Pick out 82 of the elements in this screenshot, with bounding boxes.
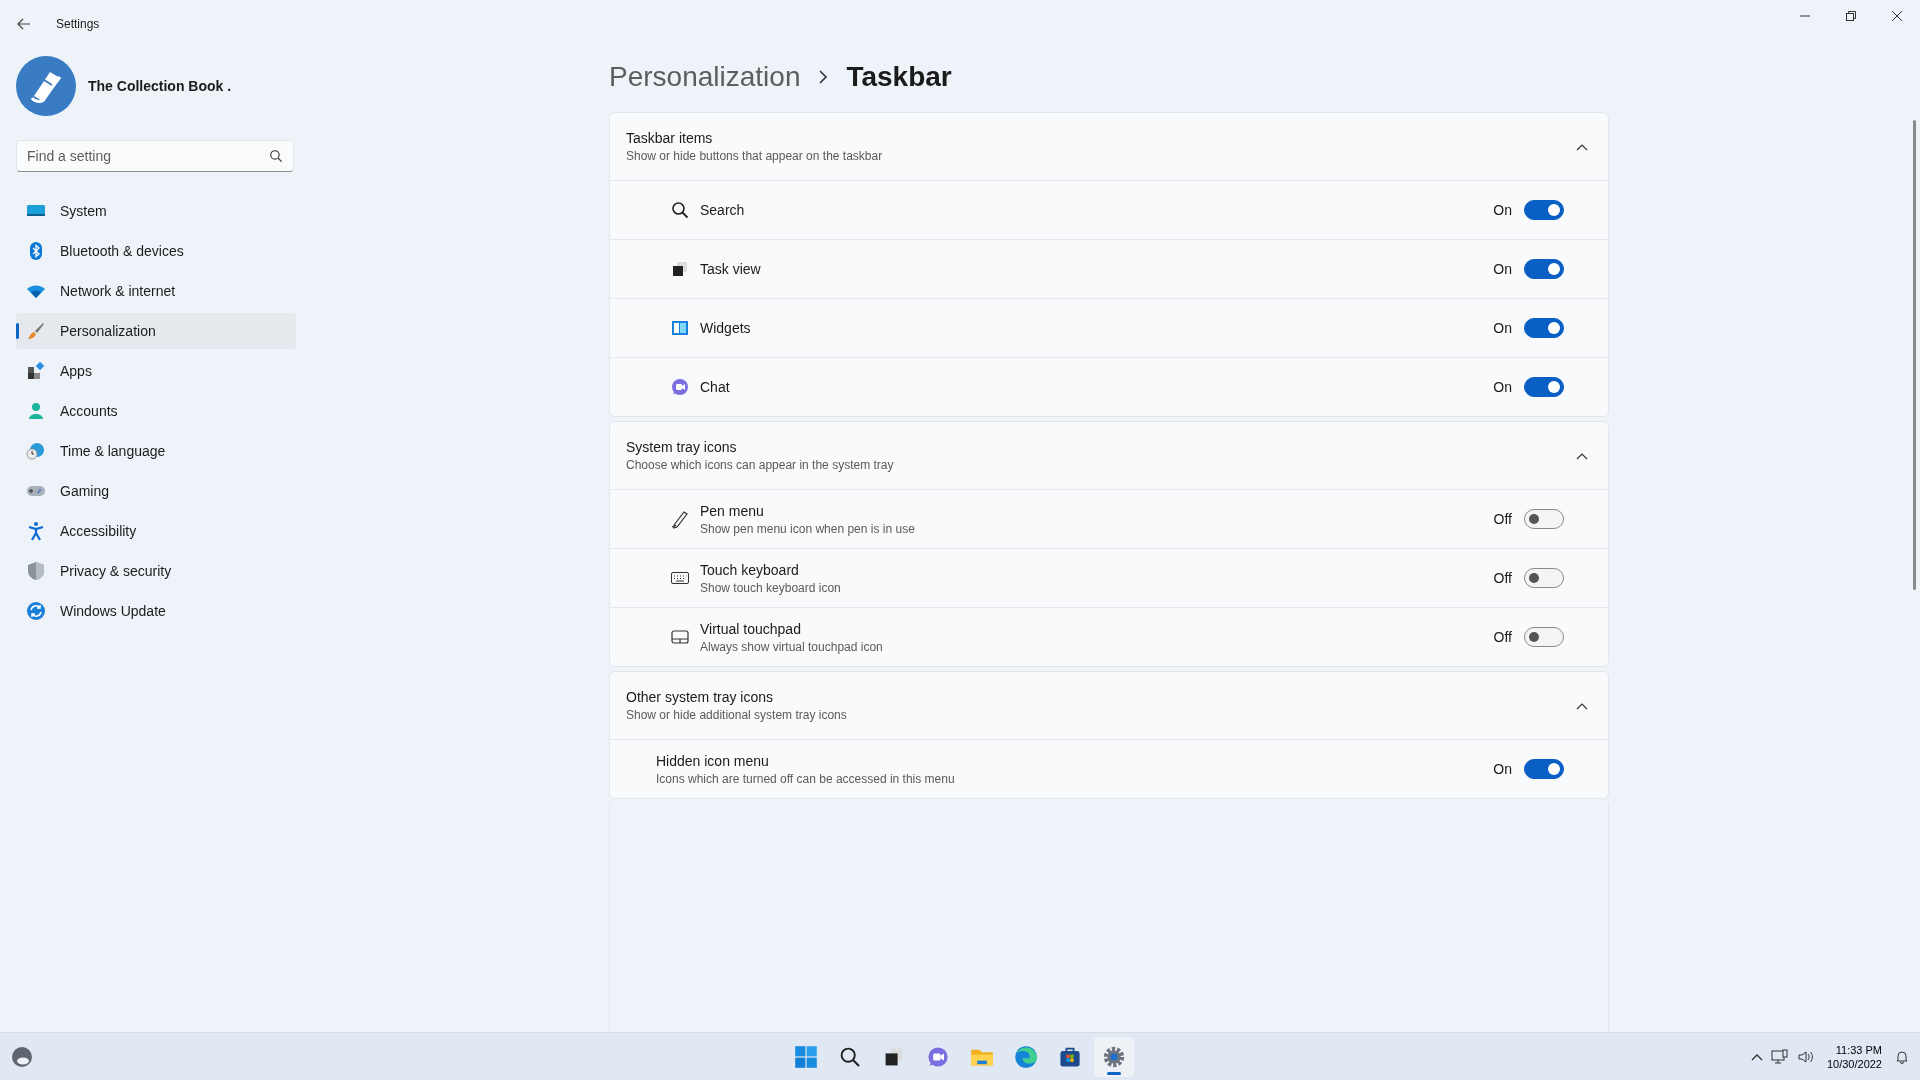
clock[interactable]: 11:33 PM 10/30/2022: [1822, 1042, 1886, 1071]
nav-item[interactable]: Windows Update: [16, 593, 296, 629]
setting-description: Show touch keyboard icon: [700, 580, 841, 595]
setting-description: Show pen menu icon when pen is in use: [700, 521, 915, 536]
nav-item[interactable]: Personalization: [16, 313, 296, 349]
setting-label: Widgets: [700, 320, 751, 336]
setting-label: Hidden icon menu: [656, 752, 770, 769]
shield-icon: [26, 561, 46, 581]
nav-item[interactable]: Time & language: [16, 433, 296, 469]
toggle-switch[interactable]: [1524, 377, 1564, 397]
nav-item[interactable]: Accounts: [16, 393, 296, 429]
toggle-state: On: [1493, 202, 1512, 218]
person-icon: [26, 401, 46, 421]
chevron-up-icon[interactable]: [1750, 1052, 1763, 1061]
setting-label: Search: [700, 202, 745, 218]
toggle-switch[interactable]: [1524, 509, 1564, 529]
chat-icon: [670, 377, 690, 397]
toggle-switch[interactable]: [1524, 318, 1564, 338]
setting-description: Icons which are turned off can be accessed in this menu: [656, 771, 955, 786]
gear-icon: [1102, 1045, 1126, 1069]
section-title: Other system tray icons: [626, 689, 775, 705]
toggle-switch[interactable]: [1524, 759, 1564, 779]
weather-icon[interactable]: [11, 1045, 33, 1068]
profile-name: The Collection Book .: [88, 78, 232, 94]
notification-bell-icon[interactable]: [1894, 1048, 1910, 1065]
section-subtitle: Choose which icons can appear in the system tray: [626, 458, 894, 472]
setting-label: Chat: [700, 379, 730, 395]
nav-item[interactable]: Apps: [16, 353, 296, 389]
chevron-right-icon: [818, 70, 829, 84]
section-title: Taskbar items: [626, 130, 714, 146]
toggle-switch[interactable]: [1524, 627, 1564, 647]
search-icon: [838, 1045, 862, 1069]
task-view-icon: [670, 259, 690, 279]
speaker-icon[interactable]: [1796, 1048, 1815, 1065]
window-title: Settings: [56, 17, 100, 31]
toggle-state: Off: [1493, 511, 1512, 527]
restore-icon[interactable]: [1846, 11, 1856, 21]
setting-label: Virtual touchpad: [700, 620, 802, 637]
section-subtitle: Show or hide buttons that appear on the taskbar: [626, 149, 883, 163]
toggle-state: On: [1493, 379, 1512, 395]
network-icon[interactable]: [1770, 1048, 1789, 1065]
widgets-icon: [670, 318, 690, 338]
refresh-icon: [26, 601, 46, 621]
nav-item[interactable]: System: [16, 193, 296, 229]
toggle-switch[interactable]: [1524, 568, 1564, 588]
toggle-switch[interactable]: [1524, 259, 1564, 279]
setting-label: Pen menu: [700, 502, 765, 519]
search-icon: [670, 200, 690, 220]
search-field[interactable]: Find a setting: [16, 140, 294, 172]
toggle-switch[interactable]: [1524, 200, 1564, 220]
chat-icon: [926, 1045, 950, 1069]
store-icon: [1058, 1045, 1082, 1069]
nav-item[interactable]: Bluetooth & devices: [16, 233, 296, 269]
setting-label: Touch keyboard: [700, 561, 800, 578]
chevron-up-icon[interactable]: [1576, 701, 1588, 710]
windows-logo-icon: [794, 1045, 818, 1069]
paintbrush-icon: [26, 321, 46, 341]
close-icon[interactable]: [1892, 11, 1902, 21]
pen-icon: [670, 509, 690, 529]
apps-icon: [26, 361, 46, 381]
toggle-state: On: [1493, 261, 1512, 277]
section-title: System tray icons: [626, 439, 738, 455]
touchpad-icon: [670, 627, 690, 647]
search-icon[interactable]: [269, 149, 283, 163]
toggle-state: On: [1493, 320, 1512, 336]
chevron-up-icon[interactable]: [1576, 142, 1588, 151]
section-subtitle: Show or hide additional system tray icons: [626, 708, 847, 722]
nav-item[interactable]: Gaming: [16, 473, 296, 509]
setting-description: Always show virtual touchpad icon: [700, 639, 883, 654]
nav-item[interactable]: Accessibility: [16, 513, 296, 549]
browser-icon: [1014, 1045, 1038, 1069]
toggle-state: Off: [1493, 629, 1512, 645]
toggle-state: On: [1493, 761, 1512, 777]
page-title: Taskbar: [846, 61, 952, 93]
accessibility-icon: [26, 521, 46, 541]
nav-item[interactable]: Network & internet: [16, 273, 296, 309]
toggle-state: Off: [1493, 570, 1512, 586]
breadcrumb-parent[interactable]: Personalization: [609, 61, 801, 93]
setting-label: Task view: [700, 261, 761, 277]
nav-item[interactable]: Privacy & security: [16, 553, 296, 589]
chevron-up-icon[interactable]: [1576, 451, 1588, 460]
globe-clock-icon: [26, 441, 46, 461]
